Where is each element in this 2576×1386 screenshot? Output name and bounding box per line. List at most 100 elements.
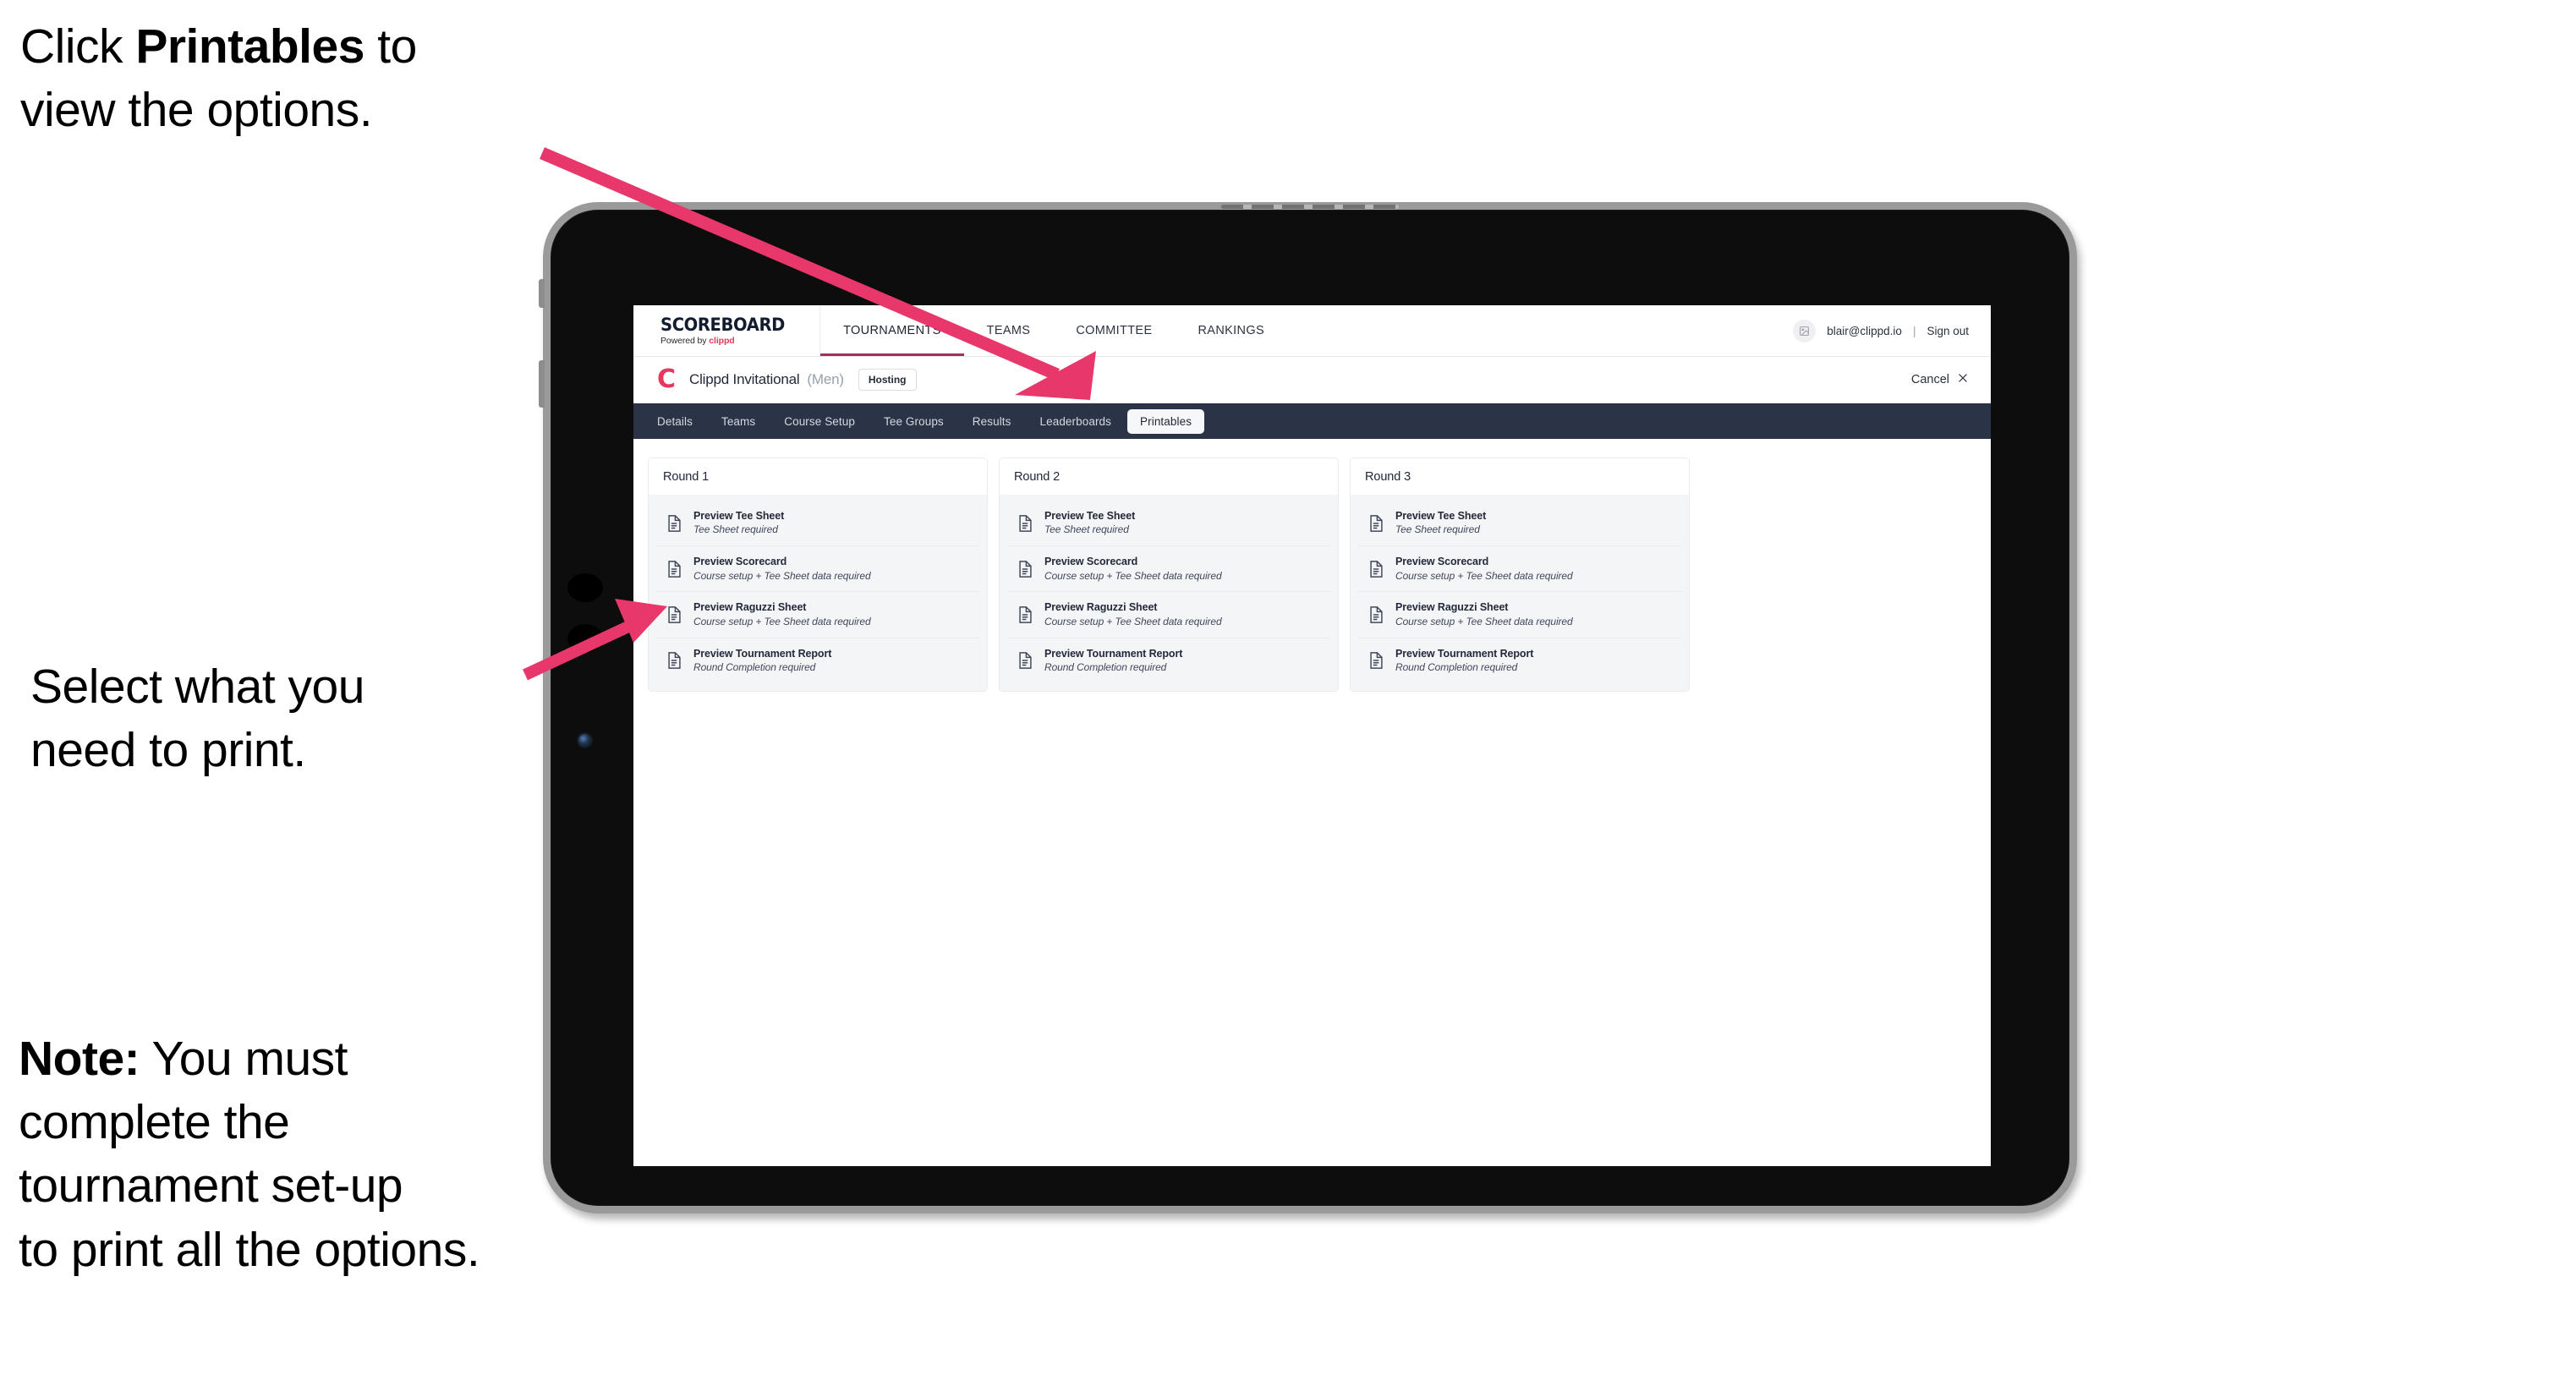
tablet-front-camera [578,734,591,747]
round-card-2: Round 2 Preview Tee Sheet Tee Sheet requ… [999,457,1339,692]
topbar-user-area: blair@clippd.io | Sign out [1793,305,1991,356]
list-item-subtitle: Tee Sheet required [1044,523,1129,536]
tab-results[interactable]: Results [960,409,1024,434]
avatar[interactable] [1793,319,1817,342]
document-icon [1017,514,1033,533]
list-item-title: Preview Scorecard [693,556,787,568]
annotation-note-bold: Note: [19,1032,140,1086]
clippd-logo-icon: C [657,364,676,394]
document-icon [666,514,682,533]
tournament-name-label: Clippd Invitational [689,371,800,387]
tablet-edge-button-2 [567,624,603,653]
list-item-subtitle: Course setup + Tee Sheet data required [1044,615,1222,627]
list-item[interactable]: Preview Tee Sheet Tee Sheet required [1358,501,1681,547]
list-item[interactable]: Preview Tournament Report Round Completi… [1007,638,1330,683]
nav-item-tournaments[interactable]: TOURNAMENTS [820,305,964,356]
tablet-screen: SCOREBOARD Powered by clippd TOURNAMENTS… [633,305,1991,1166]
document-icon [666,605,682,624]
hosting-badge[interactable]: Hosting [858,369,917,391]
list-item-subtitle: Course setup + Tee Sheet data required [693,615,871,627]
tab-tee-groups[interactable]: Tee Groups [871,409,956,434]
app-top-navigation-bar: SCOREBOARD Powered by clippd TOURNAMENTS… [633,305,1991,357]
close-icon [1957,372,1969,387]
annotation-click-bold: Printables [135,19,364,74]
list-item[interactable]: Preview Raguzzi Sheet Course setup + Tee… [656,592,979,638]
primary-nav-menu: TOURNAMENTS TEAMS COMMITTEE RANKINGS [820,305,1287,356]
annotation-click-printables: Click Printables to view the options. [20,15,578,142]
list-item-title: Preview Raguzzi Sheet [693,601,807,614]
tab-teams[interactable]: Teams [709,409,768,434]
round-card-3: Round 3 Preview Tee Sheet Tee Sheet requ… [1350,457,1690,692]
list-item-subtitle: Round Completion required [1395,660,1518,673]
tablet-device-mockup: SCOREBOARD Powered by clippd TOURNAMENTS… [539,205,2069,1206]
tab-printables[interactable]: Printables [1127,408,1205,434]
list-item-subtitle: Course setup + Tee Sheet data required [1395,569,1573,582]
round-items-list: Preview Tee Sheet Tee Sheet required Pre… [1000,495,1338,691]
tab-details[interactable]: Details [644,409,705,434]
round-card-1: Round 1 Preview Tee Sheet Tee Sheet requ… [648,457,988,692]
list-item-subtitle: Course setup + Tee Sheet data required [1044,569,1222,582]
sign-out-link[interactable]: Sign out [1927,325,1969,337]
tournament-header-bar: C Clippd Invitational (Men) Hosting Canc… [633,357,1991,403]
document-icon [666,560,682,578]
nav-item-teams[interactable]: TEAMS [964,305,1054,356]
document-icon [666,651,682,670]
list-item-title: Preview Tournament Report [1395,647,1534,660]
section-tab-strip: Details Teams Course Setup Tee Groups Re… [633,403,1991,439]
printables-content-area: Round 1 Preview Tee Sheet Tee Sheet requ… [633,439,1991,692]
list-item[interactable]: Preview Tee Sheet Tee Sheet required [656,501,979,547]
tablet-edge-button-1 [567,573,603,602]
annotation-click-prefix: Click [20,19,136,74]
annotation-select-print: Select what you need to print. [30,660,364,778]
document-icon [1017,605,1033,624]
tab-course-setup[interactable]: Course Setup [771,409,868,434]
round-items-list: Preview Tee Sheet Tee Sheet required Pre… [1351,495,1689,691]
list-item-title: Preview Tournament Report [1044,647,1183,660]
list-item-subtitle: Round Completion required [1044,660,1167,673]
tournament-gender-label: (Men) [807,371,844,387]
list-item-title: Preview Scorecard [1044,556,1138,568]
list-item[interactable]: Preview Tournament Report Round Completi… [1358,638,1681,683]
list-item[interactable]: Preview Tee Sheet Tee Sheet required [1007,501,1330,547]
round-title: Round 1 [649,458,987,495]
list-item-subtitle: Round Completion required [693,660,816,673]
cancel-button-label: Cancel [1910,373,1949,386]
list-item[interactable]: Preview Raguzzi Sheet Course setup + Tee… [1358,592,1681,638]
round-title: Round 3 [1351,458,1689,495]
document-icon [1017,651,1033,670]
document-icon [1017,560,1033,578]
nav-item-rankings[interactable]: RANKINGS [1175,305,1287,356]
nav-item-committee[interactable]: COMMITTEE [1053,305,1175,356]
list-item-subtitle: Tee Sheet required [693,523,778,536]
brand-sub-prefix: Powered by [660,335,710,346]
scoreboard-brand-logo[interactable]: SCOREBOARD Powered by clippd [633,305,821,356]
document-icon [1368,514,1384,533]
round-title: Round 2 [1000,458,1338,495]
list-item-title: Preview Tournament Report [693,647,832,660]
brand-subtitle-text: Powered by clippd [660,337,794,346]
list-item[interactable]: Preview Scorecard Course setup + Tee She… [1007,546,1330,593]
topbar-separator: | [1912,324,1916,337]
brand-title-text: SCOREBOARD [660,314,785,335]
document-icon [1368,605,1384,624]
list-item-title: Preview Raguzzi Sheet [1044,601,1158,614]
list-item[interactable]: Preview Tournament Report Round Completi… [656,638,979,683]
list-item-title: Preview Raguzzi Sheet [1395,601,1509,614]
list-item[interactable]: Preview Raguzzi Sheet Course setup + Tee… [1007,592,1330,638]
tablet-frame-button-b [539,360,545,408]
list-item-title: Preview Tee Sheet [693,510,785,522]
list-item-subtitle: Course setup + Tee Sheet data required [693,569,871,582]
list-item[interactable]: Preview Scorecard Course setup + Tee She… [656,546,979,593]
cancel-button[interactable]: Cancel [1911,372,1969,387]
round-items-list: Preview Tee Sheet Tee Sheet required Pre… [649,495,987,691]
tablet-speaker-grille [1221,205,1399,209]
user-email-label: blair@clippd.io [1827,324,1902,337]
tablet-frame-button-a [539,279,545,308]
brand-sub-accent: clippd [709,335,735,346]
tab-leaderboards[interactable]: Leaderboards [1028,409,1125,434]
list-item-title: Preview Tee Sheet [1395,510,1487,522]
list-item-title: Preview Tee Sheet [1044,510,1136,522]
list-item-subtitle: Tee Sheet required [1395,523,1480,536]
list-item-title: Preview Scorecard [1395,556,1489,568]
list-item[interactable]: Preview Scorecard Course setup + Tee She… [1358,546,1681,593]
